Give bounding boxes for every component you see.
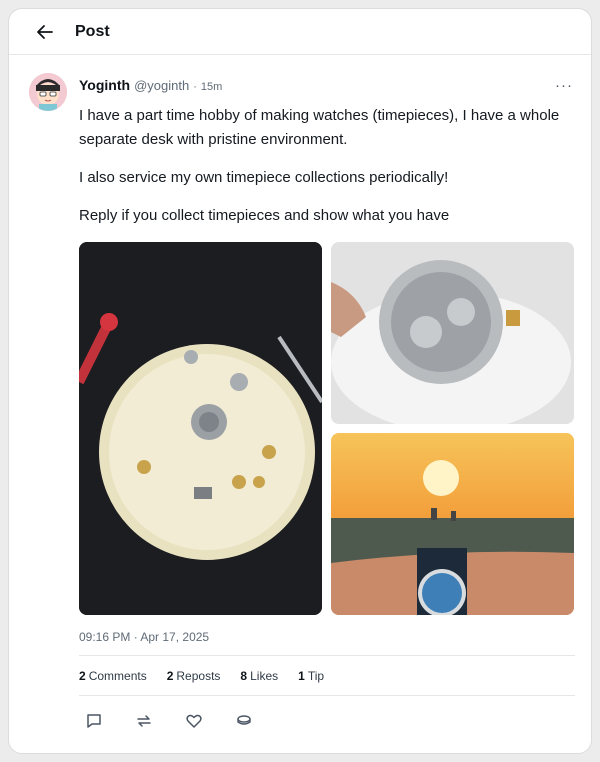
post-paragraph: Reply if you collect timepieces and show…	[79, 207, 450, 224]
tip-button[interactable]	[233, 710, 255, 732]
author-handle[interactable]: @yoginth	[134, 78, 189, 93]
post-time: 15m	[200, 81, 223, 93]
post-stats: 2 Comments 2 Reposts 8 Likes 1 Tip	[79, 669, 324, 683]
divider	[79, 695, 575, 696]
watch-parts-photo	[79, 242, 322, 615]
reposts-label: Reposts	[176, 669, 221, 683]
post-paragraph: I also service my own timepiece collecti…	[79, 169, 449, 186]
repost-icon	[137, 715, 151, 727]
reposts-stat[interactable]: 2 Reposts	[167, 669, 221, 683]
post-card: Post Yoginth @yoginth · 15m ··· I have a…	[8, 8, 592, 754]
author-name[interactable]: Yoginth	[79, 77, 130, 93]
page-header: Post	[9, 9, 591, 55]
more-icon[interactable]: ···	[555, 77, 573, 94]
likes-label: Likes	[250, 669, 279, 683]
like-button[interactable]	[183, 710, 205, 732]
tips-stat[interactable]: 1 Tip	[298, 669, 324, 683]
tip-icon	[237, 715, 251, 725]
comments-count: 2	[79, 669, 86, 683]
reposts-count: 2	[166, 669, 174, 683]
arrow-left-icon	[37, 24, 53, 39]
comment-icon	[87, 714, 101, 728]
likes-count: 8	[240, 669, 248, 683]
post-body: I have a part time hobby of making watch…	[79, 104, 569, 242]
tips-count: 1	[298, 669, 305, 683]
page-title: Post	[75, 22, 110, 40]
post-paragraph: I have a part time hobby of making watch…	[79, 107, 560, 148]
post-meta: Yoginth @yoginth · 15m	[79, 77, 222, 93]
likes-stat[interactable]: 8 Likes	[240, 669, 278, 683]
media-image-wrist-sunset[interactable]	[331, 433, 574, 615]
post-actions	[83, 710, 255, 732]
media-grid	[79, 242, 574, 615]
divider	[79, 655, 575, 656]
media-image-watch-parts[interactable]	[79, 242, 322, 615]
comments-stat[interactable]: 2 Comments	[79, 669, 147, 683]
avatar[interactable]	[29, 73, 67, 111]
heart-icon	[186, 714, 202, 728]
post-timestamp: 09:16 PM · Apr 17, 2025	[79, 630, 210, 644]
meta-separator: ·	[193, 81, 197, 93]
movement-photo	[331, 242, 574, 424]
sunset-wrist-photo	[331, 433, 574, 615]
back-button[interactable]	[33, 20, 57, 44]
avatar-image	[29, 73, 67, 111]
comment-button[interactable]	[83, 710, 105, 732]
media-image-movement[interactable]	[331, 242, 574, 424]
tips-label: Tip	[307, 669, 325, 683]
comments-label: Comments	[88, 669, 147, 683]
repost-button[interactable]	[133, 710, 155, 732]
